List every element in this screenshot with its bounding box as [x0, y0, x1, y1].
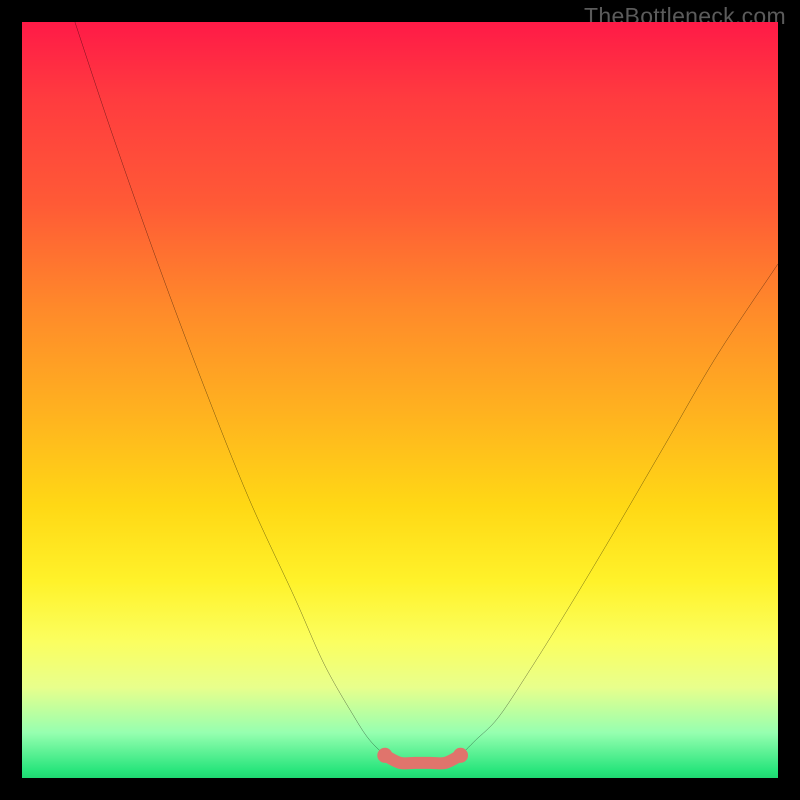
curves-overlay [22, 22, 778, 778]
chart-container: TheBottleneck.com [0, 0, 800, 800]
bottom-marker-segment [385, 755, 461, 763]
marker-dot [453, 748, 468, 763]
right-curve [460, 264, 778, 755]
left-curve [75, 22, 385, 755]
plot-area [22, 22, 778, 778]
marker-dot [377, 748, 392, 763]
